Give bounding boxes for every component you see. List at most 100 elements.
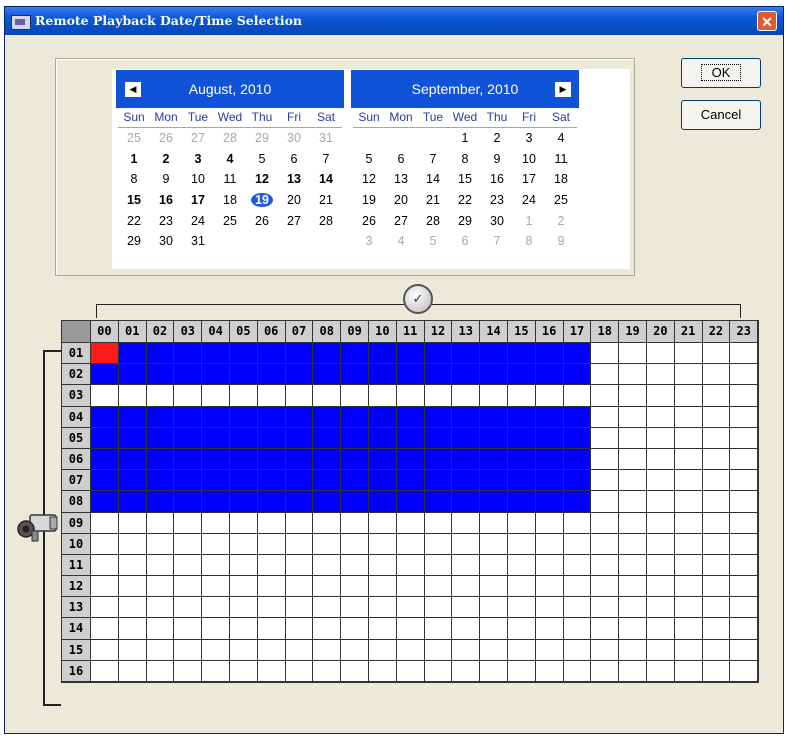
day-cell[interactable]: 12 bbox=[246, 169, 278, 190]
time-slot-cell[interactable] bbox=[507, 406, 536, 428]
hour-header[interactable]: 21 bbox=[674, 321, 703, 343]
time-slot-cell[interactable] bbox=[202, 448, 230, 471]
hour-header[interactable]: 19 bbox=[619, 321, 647, 343]
time-slot-cell[interactable] bbox=[341, 448, 369, 471]
day-cell[interactable]: 3 bbox=[353, 231, 385, 252]
time-slot-cell[interactable] bbox=[257, 343, 286, 365]
time-slot-cell[interactable] bbox=[285, 491, 314, 513]
time-slot-cell[interactable] bbox=[730, 385, 759, 407]
time-slot-cell[interactable] bbox=[646, 597, 675, 619]
time-slot-cell[interactable] bbox=[202, 576, 230, 598]
day-cell[interactable]: 5 bbox=[246, 149, 278, 170]
time-slot-cell[interactable] bbox=[91, 554, 119, 577]
day-cell[interactable]: 7 bbox=[310, 149, 342, 170]
time-slot-cell[interactable] bbox=[396, 533, 425, 555]
time-slot-cell[interactable] bbox=[174, 554, 203, 577]
time-slot-cell[interactable] bbox=[507, 660, 536, 682]
channel-header[interactable]: 15 bbox=[62, 639, 91, 661]
time-slot-cell[interactable] bbox=[452, 533, 481, 555]
time-slot-cell[interactable] bbox=[424, 470, 453, 492]
day-cell[interactable]: 16 bbox=[150, 190, 182, 211]
time-slot-cell[interactable] bbox=[507, 597, 536, 619]
time-slot-cell[interactable] bbox=[91, 576, 119, 598]
time-slot-cell[interactable] bbox=[563, 343, 592, 365]
hour-header[interactable]: 04 bbox=[202, 321, 230, 343]
time-slot-cell[interactable] bbox=[591, 406, 620, 428]
time-slot-cell[interactable] bbox=[313, 597, 342, 619]
time-slot-cell[interactable] bbox=[91, 618, 119, 640]
time-slot-cell[interactable] bbox=[563, 512, 592, 534]
time-slot-cell[interactable] bbox=[91, 660, 119, 682]
time-slot-cell[interactable] bbox=[146, 639, 175, 661]
time-slot-cell[interactable] bbox=[313, 448, 342, 471]
time-slot-cell[interactable] bbox=[646, 660, 675, 682]
time-slot-cell[interactable] bbox=[591, 554, 620, 577]
time-slot-cell[interactable] bbox=[174, 576, 203, 598]
time-slot-cell[interactable] bbox=[396, 364, 425, 386]
time-slot-cell[interactable] bbox=[368, 343, 397, 365]
time-slot-cell[interactable] bbox=[341, 660, 369, 682]
time-slot-cell[interactable] bbox=[535, 618, 564, 640]
time-slot-cell[interactable] bbox=[507, 554, 536, 577]
time-slot-cell[interactable] bbox=[563, 597, 592, 619]
time-slot-cell[interactable] bbox=[730, 639, 759, 661]
time-slot-cell[interactable] bbox=[480, 512, 508, 534]
channel-header[interactable]: 08 bbox=[62, 491, 91, 513]
time-slot-cell[interactable] bbox=[619, 448, 647, 471]
time-slot-cell[interactable] bbox=[646, 533, 675, 555]
time-slot-cell[interactable] bbox=[146, 406, 175, 428]
time-slot-cell[interactable] bbox=[368, 406, 397, 428]
time-slot-cell[interactable] bbox=[730, 512, 759, 534]
time-slot-cell[interactable] bbox=[91, 533, 119, 555]
time-slot-cell[interactable] bbox=[563, 364, 592, 386]
time-slot-cell[interactable] bbox=[424, 448, 453, 471]
day-cell[interactable]: 9 bbox=[150, 169, 182, 190]
hour-header[interactable]: 10 bbox=[368, 321, 397, 343]
time-slot-cell[interactable] bbox=[368, 533, 397, 555]
channel-header[interactable]: 07 bbox=[62, 470, 91, 492]
time-slot-cell[interactable] bbox=[702, 660, 731, 682]
time-slot-cell[interactable] bbox=[480, 639, 508, 661]
time-slot-cell[interactable] bbox=[535, 448, 564, 471]
time-slot-cell[interactable] bbox=[341, 406, 369, 428]
day-cell[interactable]: 2 bbox=[545, 211, 577, 232]
time-slot-cell[interactable] bbox=[507, 639, 536, 661]
time-slot-cell[interactable] bbox=[674, 576, 703, 598]
day-cell[interactable]: 9 bbox=[545, 231, 577, 252]
time-slot-cell[interactable] bbox=[174, 533, 203, 555]
day-cell[interactable]: 31 bbox=[310, 128, 342, 149]
time-slot-cell[interactable] bbox=[368, 576, 397, 598]
day-cell[interactable]: 28 bbox=[214, 128, 246, 149]
time-slot-cell[interactable] bbox=[341, 618, 369, 640]
time-slot-cell[interactable] bbox=[730, 533, 759, 555]
day-cell[interactable]: 22 bbox=[449, 190, 481, 211]
time-slot-cell[interactable] bbox=[702, 385, 731, 407]
day-cell-today[interactable]: 19 bbox=[246, 190, 278, 211]
time-slot-cell[interactable] bbox=[229, 406, 258, 428]
time-slot-cell[interactable] bbox=[646, 491, 675, 513]
time-slot-cell[interactable] bbox=[646, 576, 675, 598]
time-slot-cell[interactable] bbox=[535, 597, 564, 619]
time-slot-cell[interactable] bbox=[591, 343, 620, 365]
time-slot-cell[interactable] bbox=[702, 427, 731, 449]
time-slot-cell[interactable] bbox=[118, 512, 147, 534]
time-slot-cell[interactable] bbox=[535, 660, 564, 682]
day-cell[interactable]: 24 bbox=[513, 190, 545, 211]
time-slot-cell[interactable] bbox=[674, 470, 703, 492]
time-slot-cell[interactable] bbox=[424, 639, 453, 661]
time-slot-cell[interactable] bbox=[507, 364, 536, 386]
time-slot-cell[interactable] bbox=[202, 660, 230, 682]
day-cell[interactable]: 2 bbox=[481, 128, 513, 149]
day-cell[interactable]: 4 bbox=[385, 231, 417, 252]
day-cell[interactable]: 15 bbox=[449, 169, 481, 190]
time-slot-cell[interactable] bbox=[396, 639, 425, 661]
day-cell[interactable]: 13 bbox=[278, 169, 310, 190]
time-slot-cell[interactable] bbox=[480, 427, 508, 449]
time-slot-cell[interactable] bbox=[396, 576, 425, 598]
day-cell[interactable]: 1 bbox=[449, 128, 481, 149]
time-slot-cell[interactable] bbox=[118, 491, 147, 513]
time-slot-cell[interactable] bbox=[91, 470, 119, 492]
day-cell[interactable]: 10 bbox=[182, 169, 214, 190]
time-slot-cell[interactable] bbox=[730, 491, 759, 513]
time-slot-cell[interactable] bbox=[619, 597, 647, 619]
